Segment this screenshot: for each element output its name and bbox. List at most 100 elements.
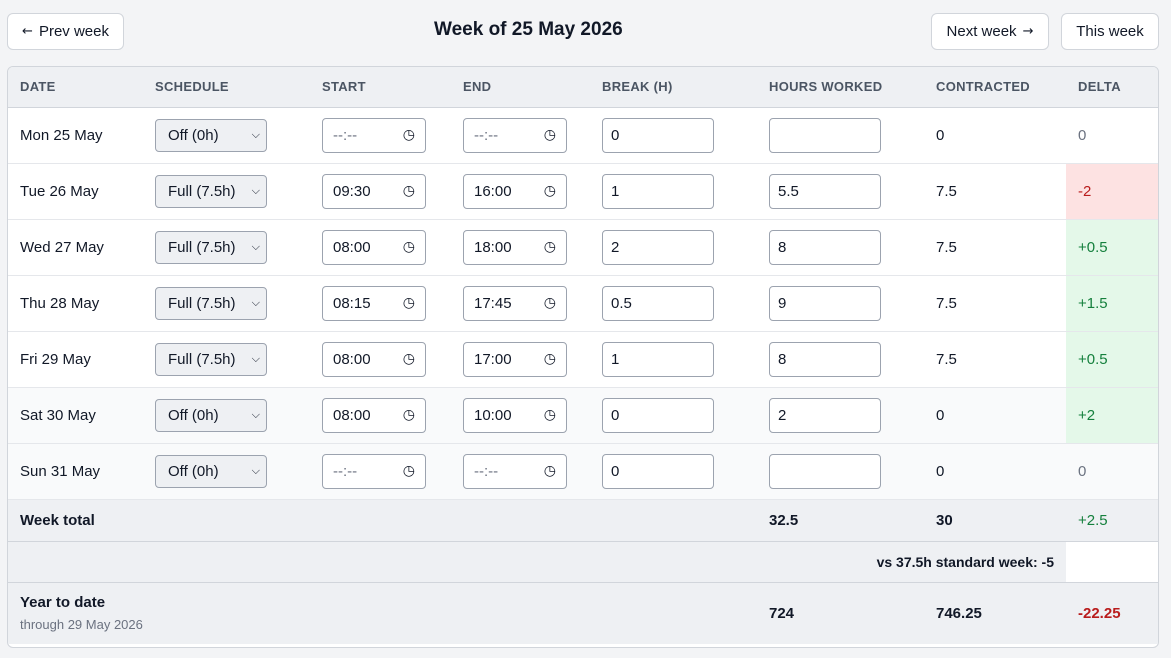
schedule-select[interactable]: Full (7.5h) ⌵ — [155, 230, 267, 264]
day-date: Thu 28 May — [8, 275, 143, 332]
end-cell: 17:00 ◷ — [451, 331, 590, 388]
start-time-input[interactable]: 08:00 ◷ — [322, 397, 426, 433]
hours-worked-input[interactable] — [769, 117, 881, 153]
day-date: Fri 29 May — [8, 331, 143, 388]
delta-value: +2 — [1066, 387, 1158, 444]
end-time-input[interactable]: --:-- ◷ — [463, 453, 567, 489]
start-time-value: 09:30 — [333, 182, 371, 200]
schedule-value: Off (0h) — [168, 462, 219, 480]
break-cell: 0 — [590, 443, 757, 500]
break-input[interactable]: 0 — [602, 397, 714, 433]
day-date: Wed 27 May — [8, 219, 143, 276]
start-time-input[interactable]: 08:15 ◷ — [322, 285, 426, 321]
break-input[interactable]: 0 — [602, 117, 714, 153]
vs-standard-text: vs 37.5h standard week: -5 — [8, 541, 1066, 583]
end-time-value: 18:00 — [474, 238, 512, 256]
start-time-input[interactable]: --:-- ◷ — [322, 453, 426, 489]
start-time-input[interactable]: 08:00 ◷ — [322, 229, 426, 265]
next-week-button[interactable]: Next week → — [931, 13, 1049, 50]
end-cell: 10:00 ◷ — [451, 387, 590, 444]
ytd-sublabel: through 29 May 2026 — [20, 617, 143, 633]
hours-worked-input[interactable]: 2 — [769, 397, 881, 433]
end-time-value: --:-- — [474, 462, 499, 480]
schedule-select[interactable]: Off (0h) ⌵ — [155, 118, 267, 152]
hours-cell: 8 — [757, 219, 924, 276]
hours-cell: 9 — [757, 275, 924, 332]
start-cell: 08:00 ◷ — [310, 219, 451, 276]
end-time-input[interactable]: 17:00 ◷ — [463, 341, 567, 377]
hours-worked-input[interactable] — [769, 453, 881, 489]
col-header-start: START — [310, 67, 451, 108]
clock-icon[interactable]: ◷ — [403, 463, 415, 479]
clock-icon[interactable]: ◷ — [544, 183, 556, 199]
table-row: Fri 29 May Full (7.5h) ⌵ 08:00 ◷ 17:00 ◷ 1 8 7.5 +… — [8, 331, 1158, 388]
schedule-value: Full (7.5h) — [168, 182, 236, 200]
col-header-contracted: CONTRACTED — [924, 67, 1066, 108]
clock-icon[interactable]: ◷ — [544, 463, 556, 479]
clock-icon[interactable]: ◷ — [403, 183, 415, 199]
week-nav-bar: ← Prev week Week of 25 May 2026 Next wee… — [0, 0, 1171, 62]
schedule-select[interactable]: Full (7.5h) ⌵ — [155, 286, 267, 320]
schedule-select[interactable]: Off (0h) ⌵ — [155, 454, 267, 488]
end-time-input[interactable]: 10:00 ◷ — [463, 397, 567, 433]
break-input[interactable]: 0.5 — [602, 285, 714, 321]
schedule-select[interactable]: Full (7.5h) ⌵ — [155, 342, 267, 376]
start-time-input[interactable]: 09:30 ◷ — [322, 173, 426, 209]
break-cell: 2 — [590, 219, 757, 276]
break-input[interactable]: 2 — [602, 229, 714, 265]
delta-value: +0.5 — [1066, 331, 1158, 388]
this-week-button[interactable]: This week — [1061, 13, 1159, 50]
chevron-down-icon: ⌵ — [251, 464, 260, 477]
contracted-value: 0 — [924, 443, 1066, 500]
delta-value: -2 — [1066, 163, 1158, 220]
end-time-value: 16:00 — [474, 182, 512, 200]
break-input[interactable]: 1 — [602, 173, 714, 209]
break-input[interactable]: 1 — [602, 341, 714, 377]
ytd-label: Year to date — [20, 594, 106, 612]
clock-icon[interactable]: ◷ — [403, 127, 415, 143]
clock-icon[interactable]: ◷ — [403, 239, 415, 255]
clock-icon[interactable]: ◷ — [544, 239, 556, 255]
end-time-input[interactable]: 16:00 ◷ — [463, 173, 567, 209]
schedule-select[interactable]: Full (7.5h) ⌵ — [155, 174, 267, 208]
schedule-cell: Off (0h) ⌵ — [143, 387, 310, 444]
prev-week-label: Prev week — [38, 23, 109, 40]
schedule-value: Off (0h) — [168, 126, 219, 144]
start-time-input[interactable]: --:-- ◷ — [322, 117, 426, 153]
clock-icon[interactable]: ◷ — [403, 351, 415, 367]
break-input[interactable]: 0 — [602, 453, 714, 489]
clock-icon[interactable]: ◷ — [544, 407, 556, 423]
week-total-contracted: 30 — [924, 498, 1066, 542]
clock-icon[interactable]: ◷ — [403, 295, 415, 311]
week-total-row: Week total 32.5 30 +2.5 — [8, 498, 1158, 542]
schedule-select[interactable]: Off (0h) ⌵ — [155, 398, 267, 432]
hours-worked-input[interactable]: 5.5 — [769, 173, 881, 209]
table-header-row: DATE SCHEDULE START END BREAK (H) HOURS … — [8, 67, 1158, 108]
hours-worked-input[interactable]: 8 — [769, 229, 881, 265]
clock-icon[interactable]: ◷ — [544, 351, 556, 367]
start-cell: --:-- ◷ — [310, 443, 451, 500]
col-header-delta: DELTA — [1066, 67, 1158, 108]
hours-cell: 8 — [757, 331, 924, 388]
start-time-value: 08:00 — [333, 350, 371, 368]
start-time-value: 08:00 — [333, 238, 371, 256]
end-time-input[interactable]: --:-- ◷ — [463, 117, 567, 153]
start-time-input[interactable]: 08:00 ◷ — [322, 341, 426, 377]
end-time-input[interactable]: 17:45 ◷ — [463, 285, 567, 321]
clock-icon[interactable]: ◷ — [544, 295, 556, 311]
hours-worked-input[interactable]: 9 — [769, 285, 881, 321]
hours-cell: 5.5 — [757, 163, 924, 220]
col-header-date: DATE — [8, 67, 143, 108]
end-time-input[interactable]: 18:00 ◷ — [463, 229, 567, 265]
clock-icon[interactable]: ◷ — [544, 127, 556, 143]
arrow-right-icon: → — [1022, 24, 1034, 39]
week-total-label: Week total — [8, 498, 143, 542]
hours-worked-input[interactable]: 8 — [769, 341, 881, 377]
clock-icon[interactable]: ◷ — [403, 407, 415, 423]
hours-cell — [757, 443, 924, 500]
start-cell: 08:15 ◷ — [310, 275, 451, 332]
week-total-delta: +2.5 — [1066, 498, 1158, 542]
chevron-down-icon: ⌵ — [251, 184, 260, 197]
prev-week-button[interactable]: ← Prev week — [7, 13, 124, 50]
table-row: Wed 27 May Full (7.5h) ⌵ 08:00 ◷ 18:00 ◷ 2 8 7.5 +… — [8, 219, 1158, 276]
